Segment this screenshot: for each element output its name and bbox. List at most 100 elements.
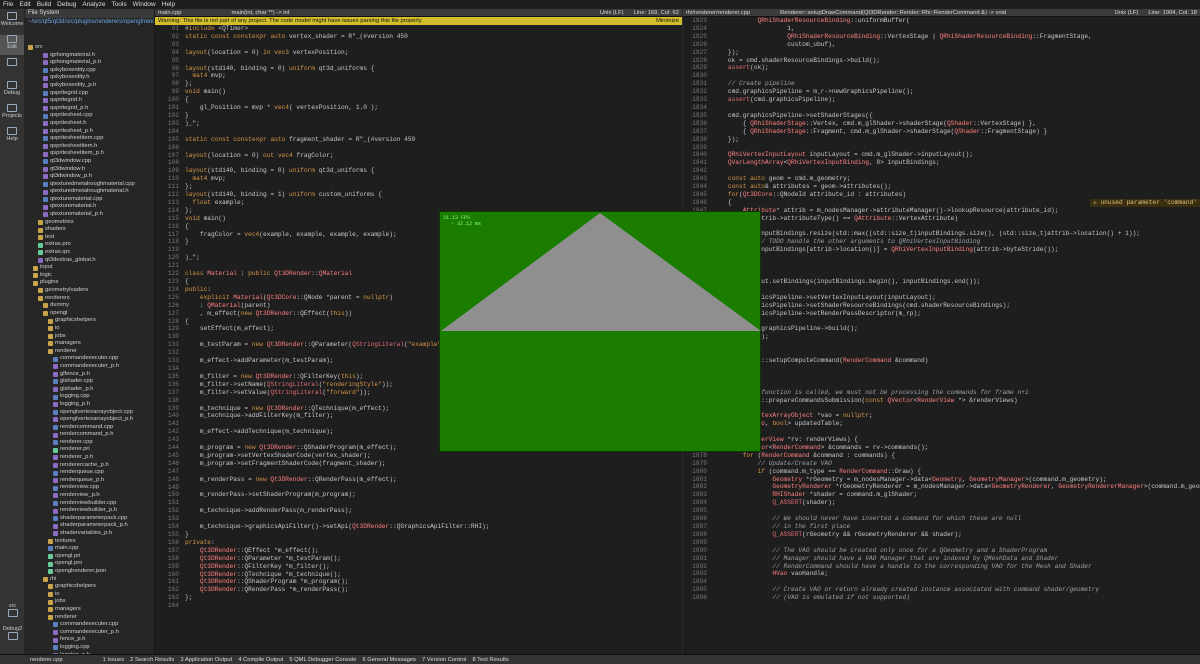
tree-item[interactable]: graphicshelpers — [25, 583, 154, 591]
code-line[interactable]: 99 void main() — [155, 88, 682, 96]
code-line[interactable]: 162 Qt3DRender::QRenderPass *m_renderPas… — [155, 586, 682, 594]
tree-item[interactable]: extras.pro — [25, 241, 154, 249]
code-line[interactable]: 103)_"; — [155, 120, 682, 128]
tree-item[interactable]: input — [25, 264, 154, 272]
code-line[interactable]: 1839 — [683, 144, 1200, 152]
tree-item[interactable]: qspritesheet_p.h — [25, 128, 154, 136]
tree-item[interactable]: qspritegrid_p.h — [25, 105, 154, 113]
tree-item[interactable]: shaders — [25, 226, 154, 234]
code-line[interactable]: 1824 1, — [683, 25, 1200, 33]
code-line[interactable]: 1893 HVao vaoHandle; — [683, 570, 1200, 578]
mode-welcome[interactable]: Welcome — [0, 12, 24, 32]
code-line[interactable]: 152 m_technique->addRenderPass(m_renderP… — [155, 507, 682, 515]
code-line[interactable]: 151 — [155, 499, 682, 507]
right-symbol[interactable]: Renderer::setupDrawCommand(Qt3DRender::R… — [780, 10, 1006, 16]
tree-item[interactable]: renderers — [25, 295, 154, 303]
code-line[interactable]: 1835 cmd.graphicsPipeline->setShaderStag… — [683, 112, 1200, 120]
code-line[interactable]: 1827 }); — [683, 49, 1200, 57]
code-line[interactable]: 157 Qt3DRender::QEffect *m_effect(); — [155, 547, 682, 555]
code-line[interactable]: 1842 — [683, 167, 1200, 175]
menu-analyze[interactable]: Analyze — [82, 1, 105, 8]
tree-item[interactable]: qspritesheetitem.cpp — [25, 135, 154, 143]
tree-item[interactable]: renderview.cpp — [25, 484, 154, 492]
left-file-name[interactable]: main.cpp — [158, 10, 182, 16]
code-line[interactable]: 92 static const constexpr auto vertex_sha… — [155, 33, 682, 41]
code-line[interactable]: 156 private: — [155, 539, 682, 547]
left-symbol[interactable]: main(int, char **) -> int — [232, 10, 290, 16]
tree-item[interactable]: qspritegrid.h — [25, 97, 154, 105]
tree-item[interactable]: qspritesheetitem_p.h — [25, 150, 154, 158]
code-line[interactable]: 1834 — [683, 104, 1200, 112]
code-line[interactable]: 1890 // The VAO should be created only o… — [683, 547, 1200, 555]
tree-item[interactable]: opengl.pro — [25, 560, 154, 568]
menu-tools[interactable]: Tools — [111, 1, 126, 8]
code-line[interactable]: 97 mat4 mvp; — [155, 72, 682, 80]
menu-debug[interactable]: Debug — [57, 1, 76, 8]
code-line[interactable]: 98}; — [155, 80, 682, 88]
code-line[interactable]: 113 float example; — [155, 199, 682, 207]
code-line[interactable]: 107 layout(location = 0) out vec4 fragCol… — [155, 152, 682, 160]
code-line[interactable]: 91 #include <QTimer> — [155, 25, 682, 33]
kit-src[interactable]: src — [0, 603, 25, 623]
tree-item[interactable]: jobs — [25, 598, 154, 606]
code-line[interactable]: 95 — [155, 57, 682, 65]
code-line[interactable]: 1837 { QRhiShaderStage::Fragment, cmd.m_… — [683, 128, 1200, 136]
tree-root[interactable]: src — [25, 44, 154, 52]
code-line[interactable]: 1830 — [683, 72, 1200, 80]
tree-item[interactable]: renderercache_p.h — [25, 462, 154, 470]
code-line[interactable]: 1838 }); — [683, 136, 1200, 144]
output-tab[interactable]: 1 Issues — [103, 657, 125, 663]
tree-item[interactable]: rhi — [25, 576, 154, 584]
kit-debug2[interactable]: Debug2 — [0, 626, 25, 646]
left-position[interactable]: Line: 169, Col: 62 — [634, 10, 679, 16]
code-line[interactable]: 109 layout(std140, binding = 0) uniform q… — [155, 167, 682, 175]
code-line[interactable]: 106 — [155, 144, 682, 152]
tree-item[interactable]: qspritesheet.h — [25, 120, 154, 128]
tree-item[interactable]: renderer.pri — [25, 446, 154, 454]
output-tab[interactable]: 5 QML Debugger Console — [289, 657, 356, 663]
menu-build[interactable]: Build — [37, 1, 51, 8]
tree-item[interactable]: qtexturedmetalroughmaterial.cpp — [25, 181, 154, 189]
tree-item[interactable]: renderview_p.h — [25, 492, 154, 500]
right-position[interactable]: Line: 1004, Col: 18 — [1148, 10, 1197, 16]
code-line[interactable]: 154 m_technique->graphicsApiFilter()->se… — [155, 523, 682, 531]
minimize-button[interactable]: Minimize — [656, 17, 679, 25]
tree-item[interactable]: qtexturematerial.h — [25, 203, 154, 211]
code-line[interactable]: 147 — [155, 468, 682, 476]
tree-item[interactable]: glshader.cpp — [25, 378, 154, 386]
code-line[interactable]: 160 Qt3DRender::QTechnique *m_technique(… — [155, 571, 682, 579]
tree-item[interactable]: glshader_p.h — [25, 386, 154, 394]
mode-edit[interactable]: Edit — [0, 35, 24, 55]
code-line[interactable]: 1844 const auto& attributes = geom->attr… — [683, 183, 1200, 191]
tree-item[interactable]: geometryloaders — [25, 287, 154, 295]
mode-blank[interactable] — [0, 58, 24, 78]
code-line[interactable]: 1884 Q_ASSERT(shader); — [683, 499, 1200, 507]
tree-item[interactable]: glfence_p.h — [25, 371, 154, 379]
tree-item[interactable]: qskyboxentity_p.h — [25, 82, 154, 90]
code-line[interactable]: 1878 for (RenderCommand &command : comma… — [683, 452, 1200, 460]
tree-item[interactable]: renderviewbuilder.cpp — [25, 500, 154, 508]
tree-item[interactable]: logic — [25, 272, 154, 280]
left-encoding[interactable]: Unix (LF) — [600, 10, 624, 16]
tree-item[interactable]: fence_p.h — [25, 636, 154, 644]
tree-item[interactable]: commandexecuter_p.h — [25, 629, 154, 637]
code-line[interactable]: 1881 Geometry *rGeometry = m_nodesManage… — [683, 476, 1200, 484]
code-line[interactable]: 102} — [155, 112, 682, 120]
tree-item[interactable]: renderqueue.cpp — [25, 469, 154, 477]
tree-item[interactable]: openglrenderer.json — [25, 568, 154, 576]
tree-item[interactable]: shaderparameterpack.cpp — [25, 515, 154, 523]
code-line[interactable]: 1883 RHIShader *shader = command.m_glSha… — [683, 491, 1200, 499]
tree-item[interactable]: qtexturematerial.cpp — [25, 196, 154, 204]
tree-item[interactable]: qspritesheet.cpp — [25, 112, 154, 120]
tree-item[interactable]: logging.cpp — [25, 393, 154, 401]
tree-item[interactable]: renderer_p.h — [25, 454, 154, 462]
code-line[interactable]: 1891 // Manager should have a VAO Manage… — [683, 555, 1200, 563]
tree-item[interactable]: commandexecuter.cpp — [25, 355, 154, 363]
tree-item[interactable]: qphongmaterial_p.h — [25, 59, 154, 67]
code-line[interactable]: 1841 QVarLengthArray<QRhiVertexInputBind… — [683, 159, 1200, 167]
code-line[interactable]: 1894 — [683, 578, 1200, 586]
tree-item[interactable]: main.cpp — [25, 545, 154, 553]
mode-debug[interactable]: Debug — [0, 81, 24, 101]
tree-item[interactable]: text — [25, 234, 154, 242]
tree-item[interactable]: qskyboxentity.h — [25, 74, 154, 82]
